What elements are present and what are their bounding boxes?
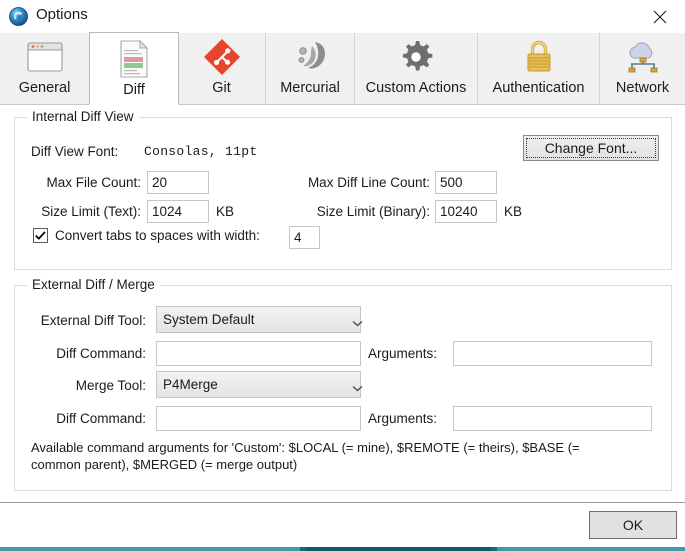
convert-tabs-checkbox[interactable] [33, 228, 48, 243]
max-diff-line-count-label: Max Diff Line Count: [307, 175, 430, 190]
max-file-count-value: 20 [152, 175, 168, 190]
window-title: Options [36, 6, 88, 23]
checkmark-icon [35, 231, 46, 240]
size-limit-text-label: Size Limit (Text): [41, 204, 141, 219]
background-window-strip [0, 547, 685, 551]
tab-mercurial[interactable]: Mercurial [266, 33, 355, 104]
merge-tool-label: Merge Tool: [75, 378, 146, 393]
max-diff-line-count-input[interactable]: 500 [435, 171, 497, 194]
external-diff-tool-value: System Default [163, 312, 255, 327]
max-file-count-label: Max File Count: [46, 175, 141, 190]
convert-tabs-checkbox-row[interactable]: Convert tabs to spaces with width: [33, 228, 260, 243]
window-icon [0, 36, 89, 78]
size-limit-binary-input[interactable]: 10240 [435, 200, 497, 223]
internal-diff-view-group-title: Internal Diff View [27, 109, 139, 124]
tab-diff-label: Diff [123, 82, 145, 98]
size-limit-text-value: 1024 [152, 204, 183, 219]
max-file-count-input[interactable]: 20 [147, 171, 209, 194]
padlock-icon [478, 36, 599, 78]
size-limit-binary-label: Size Limit (Binary): [316, 204, 430, 219]
convert-tabs-label: Convert tabs to spaces with width: [55, 228, 260, 243]
arguments-label-2: Arguments: [368, 411, 438, 426]
tab-general[interactable]: General [0, 33, 90, 104]
merge-tool-select[interactable]: P4Merge [156, 371, 363, 398]
close-button[interactable] [643, 4, 677, 30]
ok-button-label: OK [622, 517, 644, 533]
tab-custom-actions-label: Custom Actions [365, 80, 467, 96]
tab-git[interactable]: Git [178, 33, 266, 104]
tab-custom-actions[interactable]: Custom Actions [355, 33, 478, 104]
arguments-input-2[interactable] [453, 406, 652, 431]
diff-command-label-1: Diff Command: [56, 346, 146, 361]
arguments-input-1[interactable] [453, 341, 652, 366]
diff-command-input-1[interactable] [156, 341, 361, 366]
cloud-network-icon [600, 36, 685, 78]
tab-network[interactable]: Network [600, 33, 685, 104]
diff-command-label-2: Diff Command: [56, 411, 146, 426]
diff-view-font-label: Diff View Font: [31, 144, 119, 159]
diff-command-input-2[interactable] [156, 406, 361, 431]
tab-strip: General Diff Git Mercurial Custom Action… [0, 32, 685, 105]
diff-document-icon [90, 38, 178, 80]
tab-git-label: Git [212, 80, 231, 96]
command-arguments-help: Available command arguments for 'Custom'… [31, 439, 646, 473]
merge-tool-value: P4Merge [163, 377, 218, 392]
command-arguments-help-line-1: Available command arguments for 'Custom'… [31, 440, 580, 455]
change-font-button[interactable]: Change Font... [523, 135, 659, 161]
dialog-footer: OK [0, 502, 685, 547]
tab-authentication-label: Authentication [492, 80, 585, 96]
close-icon [653, 10, 667, 24]
size-limit-binary-value: 10240 [440, 204, 478, 219]
tab-diff[interactable]: Diff [89, 32, 179, 105]
arguments-label-1: Arguments: [368, 346, 438, 361]
diff-settings-panel: Internal Diff View Diff View Font: Conso… [0, 105, 685, 502]
external-diff-merge-group-title: External Diff / Merge [27, 277, 160, 292]
options-dialog: Options General Diff Git Mercurial Custo… [0, 0, 685, 551]
max-diff-line-count-value: 500 [440, 175, 463, 190]
size-limit-binary-unit: KB [504, 204, 523, 219]
external-diff-tool-select[interactable]: System Default [156, 306, 363, 333]
tab-general-label: General [18, 80, 71, 96]
change-font-button-label: Change Font... [544, 140, 638, 156]
size-limit-text-input[interactable]: 1024 [147, 200, 209, 223]
tab-width-input[interactable]: 4 [289, 226, 320, 249]
command-arguments-help-line-2: common parent), $MERGED (= merge output) [31, 457, 298, 472]
size-limit-text-unit: KB [216, 204, 235, 219]
gear-icon [355, 36, 477, 78]
external-diff-tool-label: External Diff Tool: [40, 313, 146, 328]
tab-authentication[interactable]: Authentication [478, 33, 600, 104]
git-icon [178, 36, 265, 78]
diff-view-font-value: Consolas, 11pt [144, 144, 258, 159]
sourcetree-icon [9, 7, 28, 26]
ok-button[interactable]: OK [589, 511, 677, 539]
tab-network-label: Network [615, 80, 670, 96]
mercurial-icon [266, 36, 354, 78]
title-bar: Options [0, 0, 685, 33]
tab-mercurial-label: Mercurial [280, 80, 340, 96]
tab-width-value: 4 [294, 230, 302, 245]
